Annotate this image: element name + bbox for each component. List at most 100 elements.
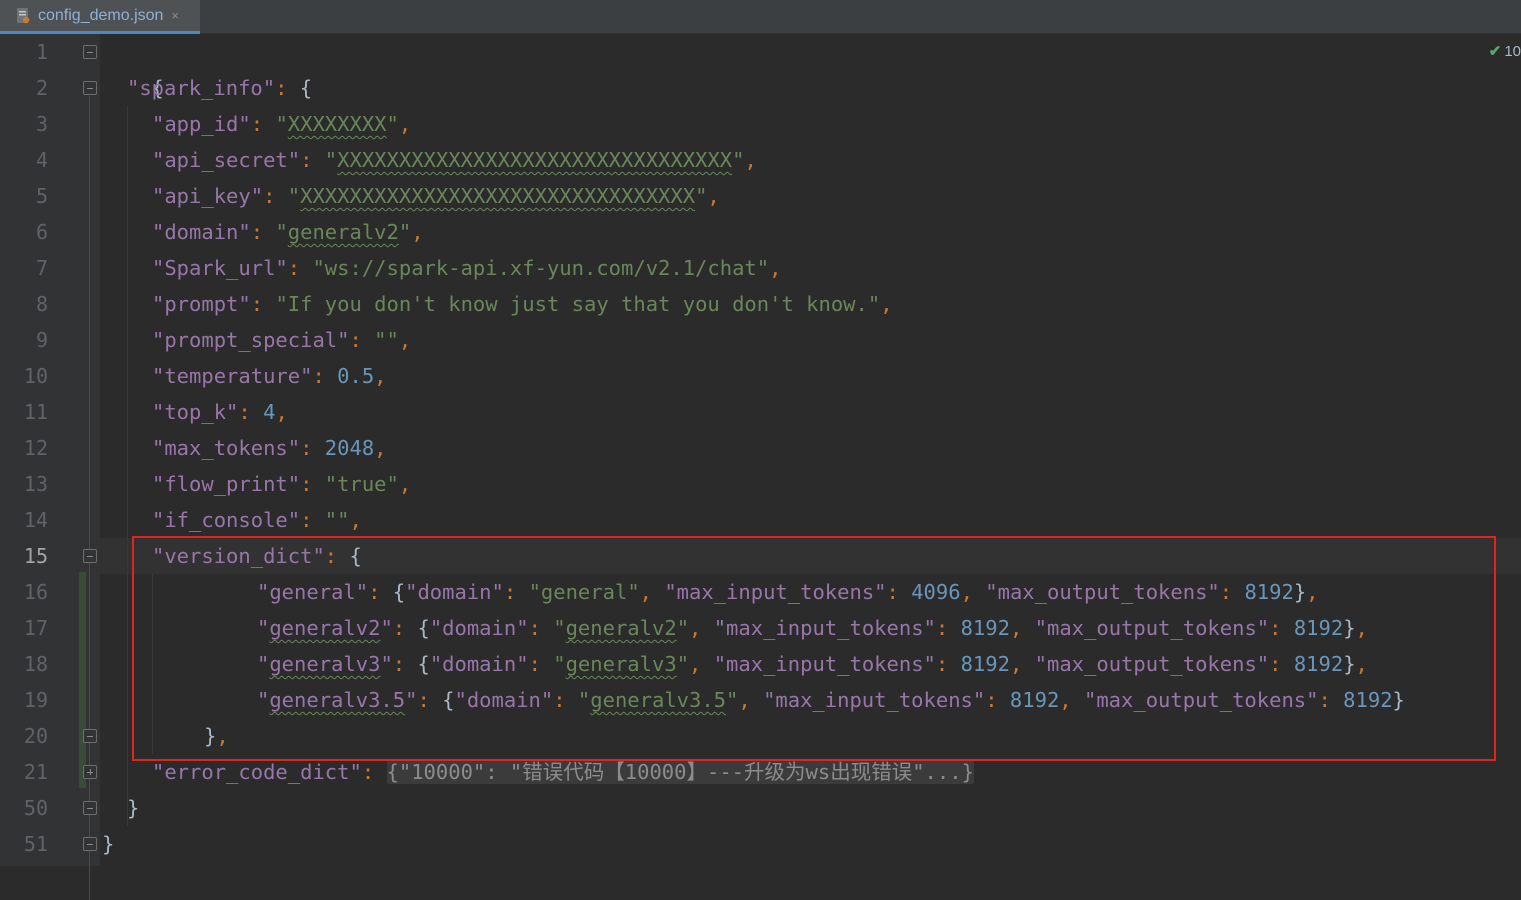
fold-end-icon[interactable] bbox=[83, 837, 97, 851]
json-number-value: 4096 bbox=[911, 580, 961, 604]
line-number: 50 bbox=[23, 796, 48, 820]
comma: , bbox=[960, 580, 986, 604]
comma: , bbox=[374, 364, 387, 388]
quote: " bbox=[257, 688, 270, 712]
quote: " bbox=[257, 616, 270, 640]
quote: " bbox=[257, 652, 270, 676]
comma: , bbox=[1009, 652, 1035, 676]
tab-label: config_demo.json bbox=[38, 6, 164, 24]
line-number: 7 bbox=[35, 256, 48, 280]
json-key: "Spark_url" bbox=[152, 256, 288, 280]
editor-tab-bar: config_demo.json × bbox=[0, 0, 1521, 34]
fold-collapse-icon[interactable] bbox=[83, 549, 97, 563]
code-line-4: "api_secret": "XXXXXXXXXXXXXXXXXXXXXXXXX… bbox=[152, 142, 757, 178]
json-number-value: 2048 bbox=[324, 436, 375, 460]
quote: " bbox=[275, 112, 288, 136]
line-number: 9 bbox=[35, 328, 48, 352]
json-number-value: 8192 bbox=[1293, 616, 1344, 640]
json-number-value: 8192 bbox=[1244, 580, 1294, 604]
line-number: 5 bbox=[35, 184, 48, 208]
line-number: 8 bbox=[35, 292, 48, 316]
fold-end-icon[interactable] bbox=[83, 801, 97, 815]
fold-expand-icon[interactable] bbox=[83, 765, 97, 779]
comma: , bbox=[349, 508, 362, 532]
gutter-separator bbox=[89, 96, 90, 900]
brace: { bbox=[442, 688, 455, 712]
inspection-widget[interactable]: ✔ 10 bbox=[1489, 40, 1521, 62]
quote: " bbox=[577, 688, 591, 712]
code-line-14: "if_console": "", bbox=[152, 502, 362, 538]
fold-end-icon[interactable] bbox=[83, 729, 97, 743]
brace: { bbox=[417, 616, 430, 640]
comma: , bbox=[769, 256, 782, 280]
json-key: "top_k" bbox=[152, 400, 239, 424]
quote: " bbox=[627, 580, 640, 604]
json-key: "if_console" bbox=[152, 508, 301, 532]
comma: , bbox=[374, 436, 387, 460]
json-key: "temperature" bbox=[152, 364, 313, 388]
json-string-value: "true" bbox=[324, 472, 399, 496]
code-line-11: "top_k": 4, bbox=[152, 394, 288, 430]
comma: , bbox=[1306, 580, 1319, 604]
line-number: 2 bbox=[35, 76, 48, 100]
json-key: "prompt_special" bbox=[152, 328, 350, 352]
colon: : bbox=[238, 400, 264, 424]
line-number: 12 bbox=[23, 436, 48, 460]
comma: , bbox=[744, 148, 757, 172]
comma: , bbox=[707, 184, 720, 208]
brace: { bbox=[392, 580, 406, 604]
colon: : bbox=[275, 76, 300, 100]
quote: " bbox=[528, 580, 541, 604]
fold-collapse-icon[interactable] bbox=[83, 81, 97, 95]
line-number-gutter: 1 2 3 4 5 6 7 8 9 10 11 12 13 14 15 16 1… bbox=[0, 34, 100, 900]
quote: " bbox=[695, 184, 708, 208]
quote: " bbox=[380, 652, 393, 676]
line-number: 3 bbox=[35, 112, 48, 136]
json-key: "prompt" bbox=[152, 292, 251, 316]
line-number: 4 bbox=[35, 148, 48, 172]
json-key: "max_input_tokens" bbox=[713, 652, 936, 676]
quote: " bbox=[726, 688, 739, 712]
json-key: "max_input_tokens" bbox=[664, 580, 887, 604]
json-key: "domain" bbox=[405, 580, 504, 604]
colon: : bbox=[300, 508, 325, 532]
line-number: 16 bbox=[23, 580, 48, 604]
json-string-value: generalv3.5 bbox=[590, 688, 727, 712]
colon: : bbox=[553, 688, 578, 712]
indent-guide bbox=[127, 106, 128, 826]
comma: , bbox=[1059, 688, 1084, 712]
close-icon[interactable]: × bbox=[171, 8, 179, 23]
vcs-change-marker[interactable] bbox=[79, 572, 86, 788]
json-key: "domain" bbox=[429, 616, 529, 640]
comma: , bbox=[1355, 616, 1368, 640]
colon: : bbox=[528, 616, 554, 640]
colon: : bbox=[1219, 580, 1245, 604]
brace: } bbox=[127, 796, 140, 820]
folded-region[interactable]: {"10000": "错误代码【10000】---升级为ws出现错误"...} bbox=[386, 760, 974, 784]
code-line-5: "api_key": "XXXXXXXXXXXXXXXXXXXXXXXXXXXX… bbox=[152, 178, 720, 214]
comma: , bbox=[880, 292, 893, 316]
line-number: 6 bbox=[35, 220, 48, 244]
quote: " bbox=[732, 148, 745, 172]
code-editor[interactable]: { "spark_info": { "app_id": "XXXXXXXX", … bbox=[100, 34, 1521, 866]
code-line-12: "max_tokens": 2048, bbox=[152, 430, 387, 466]
colon: : bbox=[886, 580, 912, 604]
fold-collapse-icon[interactable] bbox=[83, 45, 97, 59]
comma: , bbox=[411, 220, 424, 244]
code-line-6: "domain": "generalv2", bbox=[152, 214, 424, 250]
brace: } bbox=[1392, 688, 1405, 712]
colon: : bbox=[300, 472, 325, 496]
json-string-value: XXXXXXXXXXXXXXXXXXXXXXXXXXXXXXXX bbox=[300, 184, 696, 208]
colon: : bbox=[324, 544, 350, 568]
comma: , bbox=[275, 400, 288, 424]
tab-config-demo-json[interactable]: config_demo.json × bbox=[0, 0, 200, 34]
quote: " bbox=[676, 616, 690, 640]
json-string-value: "" bbox=[374, 328, 399, 352]
quote: " bbox=[405, 688, 418, 712]
json-key: "domain" bbox=[152, 220, 251, 244]
comma: , bbox=[689, 616, 714, 640]
colon: : bbox=[368, 580, 393, 604]
json-string-value: "ws://spark-api.xf-yun.com/v2.1/chat" bbox=[312, 256, 770, 280]
line-number: 21 bbox=[23, 760, 48, 784]
line-number: 13 bbox=[23, 472, 48, 496]
